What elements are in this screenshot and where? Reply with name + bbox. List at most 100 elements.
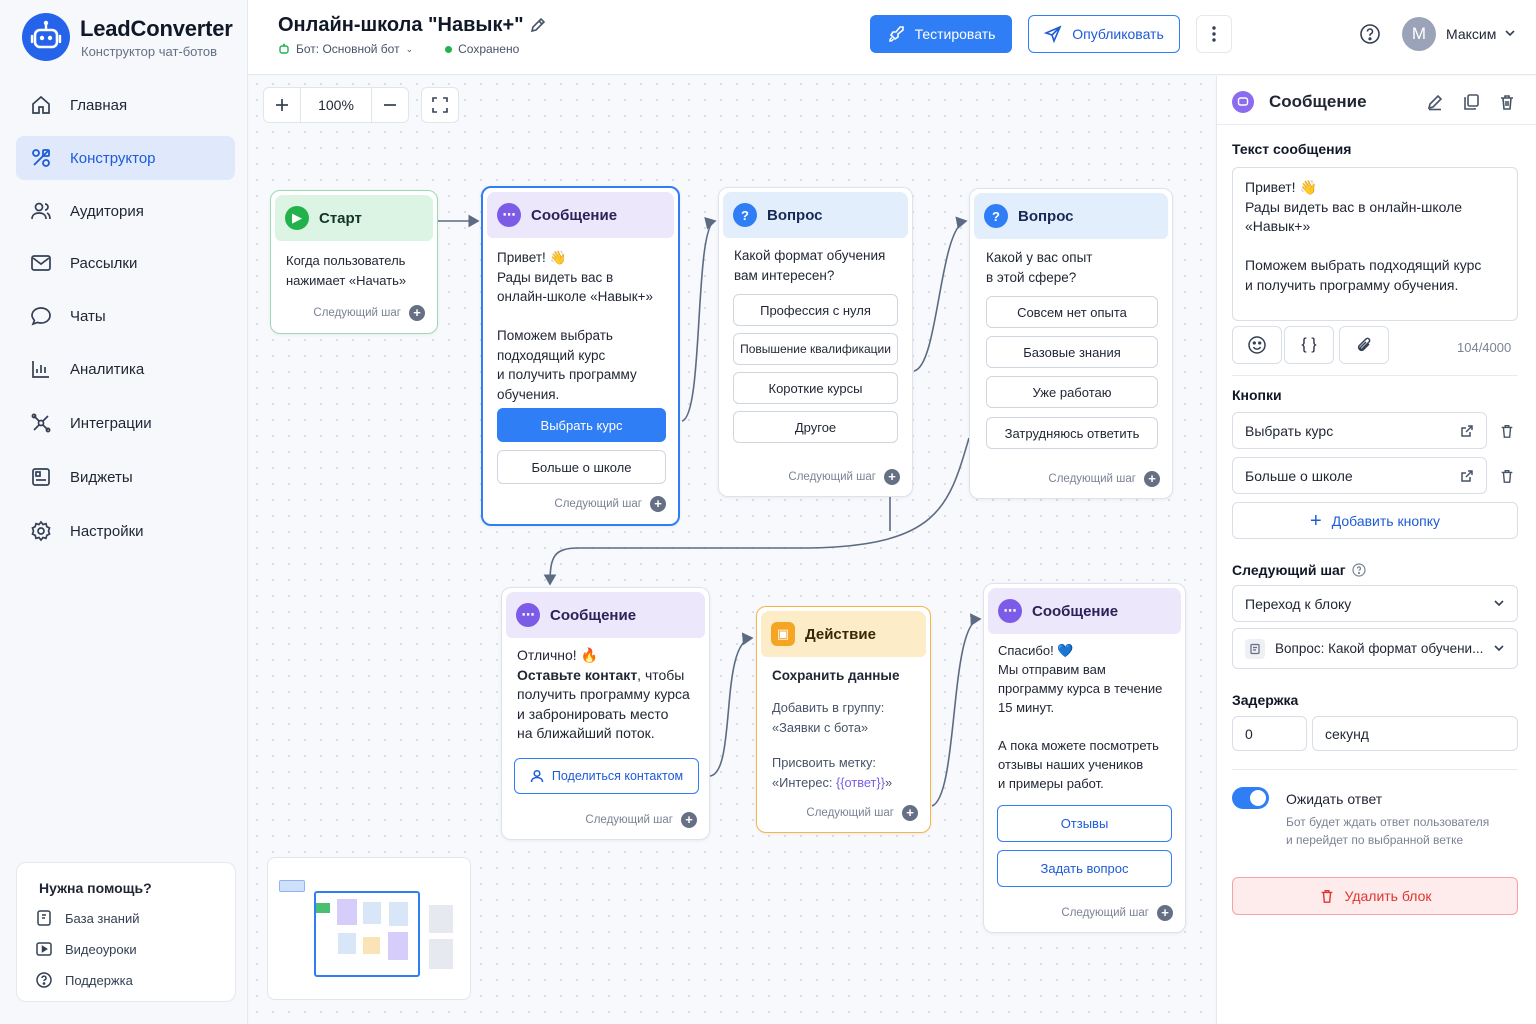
option-button[interactable]: Короткие курсы — [733, 372, 898, 404]
help-link-support[interactable]: Поддержка — [35, 971, 133, 989]
nav-item-audience[interactable]: Аудитория — [16, 189, 235, 233]
wait-response-toggle[interactable] — [1232, 787, 1269, 809]
next-step[interactable]: Следующий шаг + — [313, 305, 425, 321]
node-title: Сообщение — [1032, 602, 1119, 620]
button-field-about-school[interactable]: Больше о школе — [1232, 457, 1487, 494]
trash-icon — [1319, 888, 1335, 904]
add-button-button[interactable]: + Добавить кнопку — [1232, 502, 1518, 539]
bot-icon — [278, 43, 290, 55]
option-button[interactable]: Уже работаю — [986, 376, 1158, 408]
user-name[interactable]: Максим — [1446, 26, 1496, 42]
next-step[interactable]: Следующий шаг + — [554, 496, 666, 512]
option-button[interactable]: Другое — [733, 411, 898, 443]
message-textarea[interactable]: Привет! 👋 Рады видеть вас в онлайн-школе… — [1232, 167, 1518, 321]
next-step-label: Следующий шаг — [1048, 473, 1136, 485]
settings-icon — [30, 520, 52, 542]
help-icon[interactable] — [1359, 23, 1381, 45]
delete-block-button[interactable]: Удалить блок — [1232, 877, 1518, 915]
node-message-welcome[interactable]: ⋯ Сообщение Привет! 👋 Рады видеть вас в о… — [481, 186, 680, 526]
trash-icon[interactable] — [1496, 91, 1518, 113]
node-message-contact[interactable]: ⋯ Сообщение Отлично! 🔥 Оставьте контакт, … — [501, 587, 710, 840]
nav-label: Виджеты — [70, 468, 133, 486]
node-title: Старт — [319, 209, 362, 227]
option-button[interactable]: Повышение квалификации — [733, 333, 898, 365]
option-button[interactable]: Совсем нет опыта — [986, 296, 1158, 328]
minimap[interactable] — [267, 857, 471, 1000]
next-step-target-select[interactable]: Вопрос: Какой формат обучени... — [1232, 628, 1518, 669]
mail-icon — [30, 252, 52, 274]
test-button[interactable]: Тестировать — [870, 15, 1012, 53]
share-contact-button[interactable]: Поделиться контактом — [514, 758, 699, 794]
properties-panel: Сообщение Текст сообщения Привет! 👋 Рады… — [1216, 76, 1536, 1024]
flow-canvas[interactable]: 100% ▶ Старт Когда пользователь нажимает … — [249, 76, 1215, 1024]
node-line: Отлично! 🔥 — [517, 647, 599, 663]
copy-icon[interactable] — [1460, 91, 1482, 113]
info-icon[interactable] — [1352, 563, 1366, 577]
next-step-type-select[interactable]: Переход к блоку — [1232, 585, 1518, 622]
project-title: Онлайн-школа "Навык+" — [278, 14, 524, 36]
nav-label: Аудитория — [70, 202, 144, 220]
node-button-about-school[interactable]: Больше о школе — [497, 450, 666, 484]
node-button-choose-course[interactable]: Выбрать курс — [497, 408, 666, 442]
integrations-icon — [30, 412, 52, 434]
delay-unit-select[interactable]: секунд — [1312, 716, 1518, 751]
help-title: Нужна помощь? — [39, 880, 152, 896]
variable-token: {{ответ}} — [835, 774, 885, 790]
panel-title: Сообщение — [1269, 92, 1367, 111]
next-step[interactable]: Следующий шаг + — [1048, 471, 1160, 487]
node-title: Действие — [805, 625, 876, 643]
node-message-thanks[interactable]: ⋯ Сообщение Спасибо! 💙 Мы отправим вам пр… — [983, 583, 1186, 933]
message-icon: ⋯ — [516, 603, 540, 627]
bot-selector[interactable]: Бот: Основной бот — [296, 42, 400, 56]
nav-item-settings[interactable]: Настройки — [16, 509, 235, 553]
publish-button[interactable]: Опубликовать — [1028, 15, 1180, 53]
option-button[interactable]: Затрудняюсь ответить — [986, 417, 1158, 449]
chevron-down-icon[interactable] — [1504, 27, 1516, 39]
trash-icon[interactable] — [1496, 420, 1518, 442]
minimap-block — [337, 899, 357, 925]
node-action-save[interactable]: ▣ Действие Сохранить данные Добавить в гр… — [756, 606, 931, 833]
reviews-button[interactable]: Отзывы — [997, 805, 1172, 842]
home-icon — [30, 94, 52, 116]
external-link-icon[interactable] — [1456, 465, 1478, 487]
nav-item-chats[interactable]: Чаты — [16, 294, 235, 338]
node-start[interactable]: ▶ Старт Когда пользователь нажимает «Нача… — [270, 190, 438, 334]
next-step[interactable]: Следующий шаг + — [1061, 905, 1173, 921]
trash-icon[interactable] — [1496, 465, 1518, 487]
nav-item-home[interactable]: Главная — [16, 83, 235, 127]
next-step[interactable]: Следующий шаг + — [806, 805, 918, 821]
nav-item-constructor[interactable]: Конструктор — [16, 136, 235, 180]
delay-input[interactable]: 0 — [1232, 716, 1307, 751]
node-question-experience[interactable]: ? Вопрос Какой у вас опыт в этой сфере? С… — [969, 188, 1173, 499]
plus-icon: + — [1157, 905, 1173, 921]
node-header: ⋯ Сообщение — [988, 588, 1181, 634]
brand-subtitle: Конструктор чат-ботов — [81, 44, 218, 59]
chevron-down-icon[interactable]: ⌄ — [406, 44, 414, 55]
more-menu-button[interactable] — [1196, 15, 1232, 53]
variable-button[interactable]: { } — [1284, 326, 1334, 364]
action-group-text: Добавить в группу: «Заявки с бота» — [772, 700, 885, 735]
node-question-format[interactable]: ? Вопрос Какой формат обучения вам интере… — [718, 187, 913, 497]
nav-item-analytics[interactable]: Аналитика — [16, 347, 235, 391]
nav-item-widgets[interactable]: Виджеты — [16, 455, 235, 499]
avatar[interactable]: М — [1402, 17, 1436, 51]
nav-item-integrations[interactable]: Интеграции — [16, 401, 235, 445]
node-header: ? Вопрос — [723, 192, 908, 238]
option-button[interactable]: Профессия с нуля — [733, 294, 898, 326]
help-link-knowledge-base[interactable]: База знаний — [35, 909, 140, 927]
external-link-icon[interactable] — [1456, 420, 1478, 442]
edit-title-icon[interactable] — [529, 16, 547, 34]
sidebar: LeadConverter Конструктор чат-ботов Глав… — [0, 0, 248, 1024]
option-button[interactable]: Базовые знания — [986, 336, 1158, 368]
next-step[interactable]: Следующий шаг + — [585, 812, 697, 828]
attach-button[interactable] — [1339, 326, 1389, 364]
next-step[interactable]: Следующий шаг + — [788, 469, 900, 485]
edit-icon[interactable] — [1424, 91, 1446, 113]
message-icon — [1232, 91, 1254, 113]
emoji-button[interactable] — [1232, 326, 1282, 364]
button-field-choose-course[interactable]: Выбрать курс — [1232, 412, 1487, 449]
rocket-icon — [887, 25, 905, 43]
help-link-video[interactable]: Видеоуроки — [35, 940, 137, 958]
ask-question-button[interactable]: Задать вопрос — [997, 850, 1172, 887]
nav-item-mailings[interactable]: Рассылки — [16, 241, 235, 285]
